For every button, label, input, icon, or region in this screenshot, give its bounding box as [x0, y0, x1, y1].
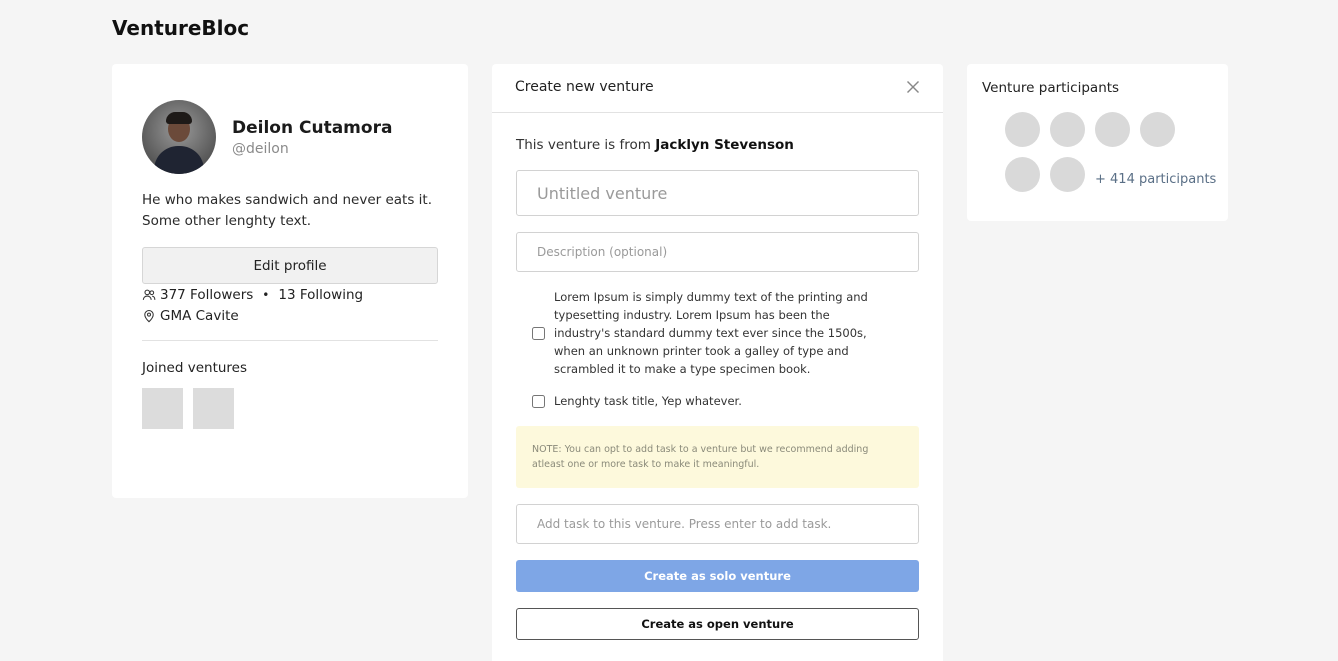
task-item[interactable]: Lorem Ipsum is simply dummy text of the … [532, 288, 919, 378]
stats-separator: • [262, 287, 270, 302]
profile-names: Deilon Cutamora @deilon [232, 118, 392, 157]
edit-profile-button[interactable]: Edit profile [142, 247, 438, 284]
task-label: Lorem Ipsum is simply dummy text of the … [554, 290, 868, 376]
venture-description-input[interactable] [516, 232, 919, 272]
profile-name: Deilon Cutamora [232, 117, 393, 138]
participant-avatar[interactable] [1050, 112, 1085, 147]
participant-avatar[interactable] [1005, 112, 1040, 147]
participants-title: Venture participants [982, 80, 1120, 96]
venture-title-input[interactable] [516, 170, 919, 216]
create-venture-modal: Create new venture This venture is from … [492, 64, 943, 661]
venture-origin: This venture is from Jacklyn Stevenson [516, 137, 919, 153]
avatar[interactable] [142, 100, 216, 174]
modal-header: Create new venture [492, 64, 943, 113]
brand-logo[interactable]: VentureBloc [112, 16, 249, 40]
profile-card: Deilon Cutamora @deilon He who makes san… [112, 64, 468, 498]
joined-ventures-list [142, 388, 438, 429]
modal-title: Create new venture [515, 79, 654, 95]
map-pin-icon [144, 309, 154, 322]
close-button[interactable] [903, 78, 923, 98]
following-count[interactable]: 13 Following [278, 287, 363, 303]
profile-bio: He who makes sandwich and never eats it.… [142, 192, 432, 229]
users-icon [142, 289, 156, 300]
participants-card: Venture participants + 414 participants [967, 64, 1228, 221]
task-note: NOTE: You can opt to add task to a ventu… [516, 426, 919, 488]
task-checkbox[interactable] [532, 326, 545, 340]
participant-avatar[interactable] [1005, 157, 1040, 192]
close-icon [907, 80, 919, 93]
joined-ventures-title: Joined ventures [142, 360, 248, 376]
task-label: Lenghty task title, Yep whatever. [554, 394, 742, 408]
follow-stats: 377 Followers • 13 Following [142, 284, 438, 305]
profile-handle: @deilon [232, 140, 289, 157]
participants-grid: + 414 participants [990, 112, 1220, 202]
profile-header: Deilon Cutamora @deilon [142, 100, 438, 174]
joined-venture-thumb[interactable] [142, 388, 183, 429]
add-task-input[interactable] [516, 504, 919, 544]
participant-avatar[interactable] [1140, 112, 1175, 147]
modal-body: This venture is from Jacklyn Stevenson L… [492, 113, 943, 640]
participant-avatar[interactable] [1050, 157, 1085, 192]
task-checkbox[interactable] [532, 394, 545, 408]
create-open-venture-button[interactable]: Create as open venture [516, 608, 919, 640]
task-item[interactable]: Lenghty task title, Yep whatever. [532, 392, 919, 410]
divider [142, 340, 438, 341]
participant-avatar[interactable] [1095, 112, 1130, 147]
venture-origin-prefix: This venture is from [516, 137, 651, 153]
venture-origin-name[interactable]: Jacklyn Stevenson [655, 137, 794, 153]
joined-venture-thumb[interactable] [193, 388, 234, 429]
location-text: GMA Cavite [160, 307, 239, 324]
create-solo-venture-button[interactable]: Create as solo venture [516, 560, 919, 592]
more-participants-link[interactable]: + 414 participants [1095, 172, 1216, 187]
followers-count[interactable]: 377 Followers [160, 287, 253, 303]
location-row: GMA Cavite [142, 305, 438, 326]
